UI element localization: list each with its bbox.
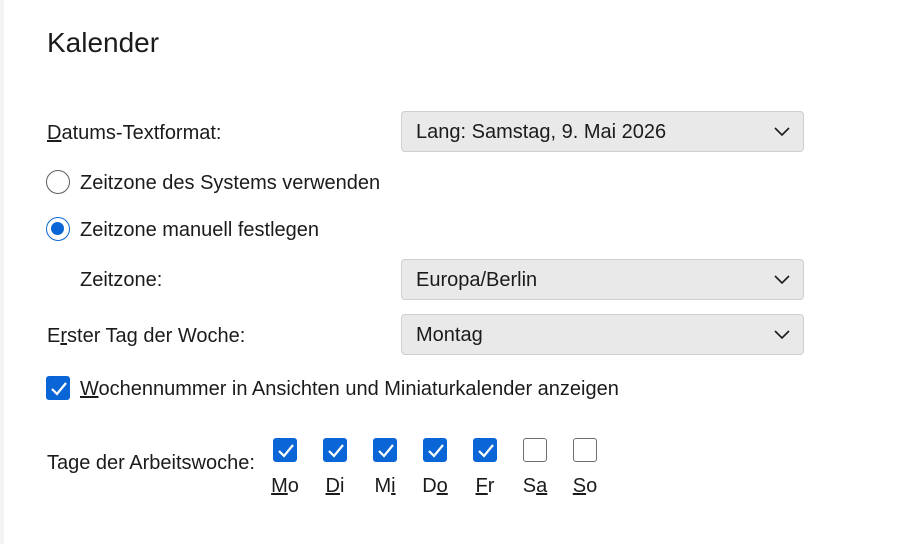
work-day-label[interactable]: Mi [365, 474, 405, 498]
week-numbers-checkbox[interactable] [46, 376, 70, 400]
checkmark-icon [478, 444, 494, 458]
work-day-label[interactable]: Do [415, 474, 455, 498]
work-day-label[interactable]: Fr [465, 474, 505, 498]
date-format-label: Datums-Textformat: [47, 122, 222, 144]
first-day-value: Montag [416, 324, 483, 346]
week-numbers-label[interactable]: Wochennummer in Ansichten und Miniaturka… [80, 377, 619, 401]
first-day-dropdown[interactable]: Montag [401, 314, 804, 355]
work-day-checkbox[interactable] [573, 438, 597, 462]
timezone-manual-radio[interactable] [46, 217, 70, 241]
timezone-system-radio[interactable] [46, 170, 70, 194]
timezone-manual-label[interactable]: Zeitzone manuell festlegen [80, 218, 319, 242]
timezone-dropdown[interactable]: Europa/Berlin [401, 259, 804, 300]
checkmark-icon [51, 382, 67, 396]
checkmark-icon [278, 444, 294, 458]
date-format-dropdown[interactable]: Lang: Samstag, 9. Mai 2026 [401, 111, 804, 152]
work-day-checkbox[interactable] [273, 438, 297, 462]
chevron-down-icon [774, 330, 790, 340]
timezone-value: Europa/Berlin [416, 269, 538, 291]
work-day-label[interactable]: Mo [265, 474, 305, 498]
work-day-checkbox[interactable] [523, 438, 547, 462]
chevron-down-icon [774, 127, 790, 137]
checkmark-icon [378, 444, 394, 458]
work-week-label: Tage der Arbeitswoche: [47, 452, 255, 474]
timezone-system-label[interactable]: Zeitzone des Systems verwenden [80, 171, 380, 195]
work-day-checkbox[interactable] [473, 438, 497, 462]
date-format-value: Lang: Samstag, 9. Mai 2026 [416, 121, 667, 143]
page-title: Kalender [47, 27, 160, 58]
work-day-label[interactable]: Sa [515, 474, 555, 498]
chevron-down-icon [774, 275, 790, 285]
left-pane-edge [0, 0, 4, 544]
checkmark-icon [328, 444, 344, 458]
work-day-checkbox[interactable] [323, 438, 347, 462]
timezone-label: Zeitzone: [80, 269, 163, 291]
work-day-checkbox[interactable] [423, 438, 447, 462]
work-day-label[interactable]: So [565, 474, 605, 498]
work-day-label[interactable]: Di [315, 474, 355, 498]
work-day-checkbox[interactable] [373, 438, 397, 462]
checkmark-icon [428, 444, 444, 458]
first-day-label: Erster Tag der Woche: [47, 325, 246, 347]
